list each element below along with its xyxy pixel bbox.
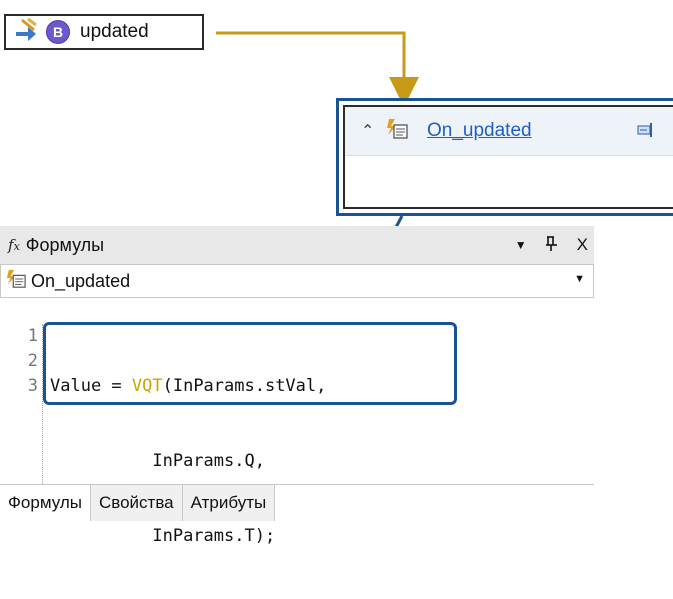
line-number: 3 (27, 376, 38, 396)
script-handler-icon (5, 269, 27, 294)
tabs-filler (275, 485, 594, 523)
tab-properties[interactable]: Свойства (90, 485, 183, 521)
code-line: InParams.Q, (152, 451, 265, 471)
signal-arrow-icon (14, 17, 40, 47)
handler-card: ⌃ On_updated (336, 98, 673, 216)
panel-menu-dropdown-icon[interactable]: ▼ (515, 238, 527, 252)
handler-selector[interactable]: On_updated ▼ (0, 264, 594, 298)
selector-value: On_updated (31, 270, 131, 291)
panel-title-bar: fx Формулы ▼ X (0, 226, 594, 264)
line-number: 2 (27, 351, 38, 371)
panel-title: Формулы (25, 234, 105, 255)
handler-card-inner: ⌃ On_updated (343, 105, 673, 209)
handler-header: ⌃ On_updated (345, 107, 673, 156)
signal-node-updated[interactable]: B updated (4, 14, 204, 50)
formulas-panel: fx Формулы ▼ X On_updated ▼ 1 2 3 Value … (0, 226, 594, 546)
fx-icon: fx (8, 236, 20, 254)
panel-tabs: Формулы Свойства Атрибуты (0, 484, 594, 523)
parameter-icon[interactable] (637, 123, 653, 142)
script-handler-icon (385, 118, 409, 145)
line-number: 1 (27, 326, 38, 346)
code-line: InParams.T); (152, 526, 276, 546)
tab-formulas[interactable]: Формулы (0, 485, 91, 521)
signal-label: updated (80, 21, 149, 42)
collapse-caret-icon[interactable]: ⌃ (361, 121, 375, 141)
boolean-badge-icon: B (46, 20, 70, 44)
handler-link[interactable]: On_updated (427, 120, 532, 142)
code-editor[interactable]: 1 2 3 Value = VQT(InParams.stVal, InPara… (0, 306, 594, 546)
chevron-down-icon[interactable]: ▼ (574, 273, 585, 285)
pin-icon[interactable] (545, 234, 559, 257)
tab-attributes[interactable]: Атрибуты (182, 485, 276, 521)
close-icon[interactable]: X (577, 235, 588, 255)
panel-controls: ▼ X (515, 226, 588, 264)
line-number-gutter: 1 2 3 (0, 324, 38, 399)
code-highlight-box (43, 322, 457, 405)
gold-connector (216, 31, 419, 107)
